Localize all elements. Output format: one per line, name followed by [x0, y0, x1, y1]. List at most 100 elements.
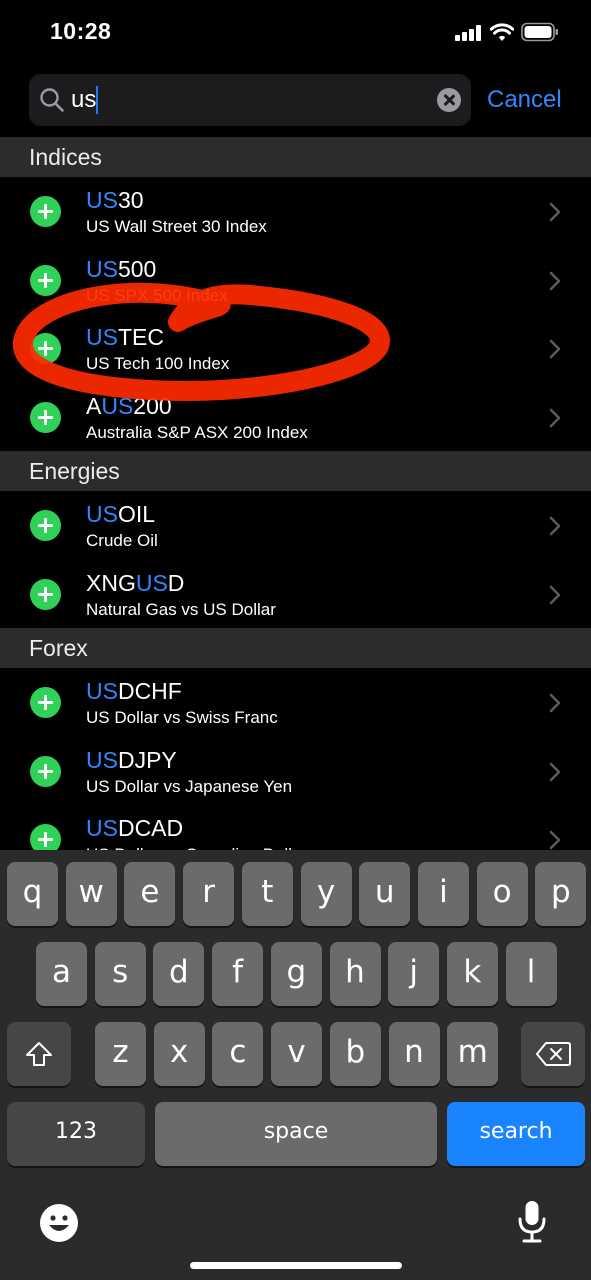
numbers-key[interactable]: 123 [7, 1102, 145, 1166]
key-y[interactable]: y [300, 862, 352, 926]
instrument-symbol: USOIL [86, 501, 155, 528]
key-k[interactable]: k [446, 942, 498, 1006]
symbol-match-highlight: US [86, 255, 118, 282]
instrument-row[interactable]: US500 US SPX 500 Index [0, 246, 591, 315]
instrument-row[interactable]: USDCHF US Dollar vs Swiss Franc [0, 668, 591, 737]
instrument-description: Australia S&P ASX 200 Index [86, 422, 308, 442]
key-r[interactable]: r [183, 862, 235, 926]
status-bar: 10:28 [0, 0, 591, 66]
instrument-symbol: US30 [86, 187, 144, 214]
symbol-suffix: 200 [133, 392, 172, 419]
key-c[interactable]: c [212, 1022, 264, 1086]
symbol-suffix: 30 [117, 187, 144, 213]
chevron-right-icon [549, 408, 561, 427]
instrument-row[interactable]: XNGUSD Natural Gas vs US Dollar [0, 560, 591, 629]
symbol-suffix: DCHF [117, 678, 182, 704]
chevron-right-icon [549, 830, 561, 850]
add-icon[interactable] [30, 578, 61, 610]
symbol-suffix: DCAD [117, 815, 184, 841]
symbol-prefix: XNG [86, 569, 136, 596]
key-m[interactable]: m [447, 1022, 499, 1086]
symbol-suffix: DJPY [117, 746, 177, 773]
symbol-match-highlight: US [101, 392, 134, 419]
keyboard: q w e r t y u i o p a s d f g h j k l z x c v b n m 123 space search [0, 850, 591, 1280]
instrument-description: Crude Oil [86, 531, 158, 550]
symbol-suffix: D [167, 569, 185, 596]
add-icon[interactable] [30, 333, 61, 364]
instrument-symbol: USDCAD [86, 815, 183, 842]
section-header-energies: Energies [0, 451, 591, 491]
instrument-row[interactable]: USDJPY US Dollar vs Japanese Yen [0, 737, 591, 806]
key-d[interactable]: d [153, 942, 205, 1006]
key-p[interactable]: p [535, 862, 587, 926]
chevron-right-icon [549, 585, 561, 604]
shift-key[interactable] [7, 1022, 71, 1086]
key-n[interactable]: n [388, 1022, 440, 1086]
instrument-description: US SPX 500 Index [86, 285, 228, 305]
instrument-symbol: USDJPY [86, 747, 177, 774]
add-icon[interactable] [30, 755, 61, 787]
key-e[interactable]: e [124, 862, 176, 926]
key-g[interactable]: g [270, 942, 322, 1006]
instrument-symbol: XNGUSD [86, 570, 184, 597]
key-t[interactable]: t [241, 862, 293, 926]
home-indicator[interactable] [190, 1262, 402, 1269]
key-i[interactable]: i [417, 862, 469, 926]
instrument-row[interactable]: AUS200 Australia S&P ASX 200 Index [0, 383, 591, 452]
chevron-right-icon [549, 271, 561, 290]
search-key[interactable]: search [447, 1102, 585, 1166]
key-h[interactable]: h [329, 942, 381, 1006]
dictation-mic-icon[interactable] [517, 1200, 547, 1244]
key-w[interactable]: w [65, 862, 117, 926]
key-z[interactable]: z [95, 1022, 146, 1086]
symbol-match-highlight: US [86, 324, 118, 350]
section-header-forex: Forex [0, 628, 591, 668]
backspace-key[interactable] [521, 1022, 585, 1086]
add-icon[interactable] [30, 824, 61, 850]
key-v[interactable]: v [271, 1022, 323, 1086]
instrument-row[interactable]: USOIL Crude Oil [0, 491, 591, 560]
chevron-right-icon [549, 202, 561, 222]
key-b[interactable]: b [329, 1022, 381, 1086]
symbol-match-highlight: US [86, 501, 118, 527]
add-icon[interactable] [30, 264, 61, 296]
key-s[interactable]: s [94, 942, 146, 1006]
key-f[interactable]: f [212, 942, 264, 1006]
wifi-icon [490, 23, 514, 41]
cancel-button[interactable]: Cancel [487, 86, 562, 114]
search-results-list[interactable]: Indices US30 US Wall Street 30 Index US500 U… [0, 137, 591, 850]
key-x[interactable]: x [153, 1022, 205, 1086]
key-a[interactable]: a [36, 942, 87, 1006]
search-input[interactable] [71, 82, 411, 118]
key-q[interactable]: q [7, 862, 58, 926]
battery-icon [521, 22, 558, 42]
chevron-right-icon [549, 516, 561, 536]
chevron-right-icon [549, 762, 561, 781]
symbol-suffix: OIL [117, 501, 156, 527]
search-icon [40, 88, 64, 112]
instrument-symbol: USTEC [86, 324, 164, 351]
add-icon[interactable] [30, 510, 61, 541]
instrument-row[interactable]: US30 US Wall Street 30 Index [0, 177, 591, 246]
key-j[interactable]: j [388, 942, 440, 1006]
symbol-suffix: TEC [117, 324, 164, 350]
clear-search-icon[interactable] [437, 88, 461, 112]
instrument-description: US Dollar vs Swiss Franc [86, 708, 278, 727]
symbol-suffix: 500 [117, 255, 157, 282]
symbol-match-highlight: US [86, 746, 118, 773]
symbol-match-highlight: US [86, 187, 118, 213]
space-key[interactable]: space [155, 1102, 437, 1166]
add-icon[interactable] [30, 196, 61, 227]
instrument-description: Natural Gas vs US Dollar [86, 599, 276, 619]
instrument-row[interactable]: USTEC US Tech 100 Index [0, 314, 591, 383]
key-o[interactable]: o [476, 862, 528, 926]
text-cursor [96, 86, 98, 114]
add-icon[interactable] [30, 401, 61, 433]
key-l[interactable]: l [505, 942, 557, 1006]
key-u[interactable]: u [359, 862, 411, 926]
emoji-keyboard-icon[interactable] [39, 1203, 79, 1243]
symbol-prefix: A [86, 392, 102, 419]
instrument-symbol: USDCHF [86, 678, 182, 705]
add-icon[interactable] [30, 687, 61, 718]
instrument-row[interactable]: USDCADUS Dollar vs Canadian Dollar [0, 805, 591, 850]
